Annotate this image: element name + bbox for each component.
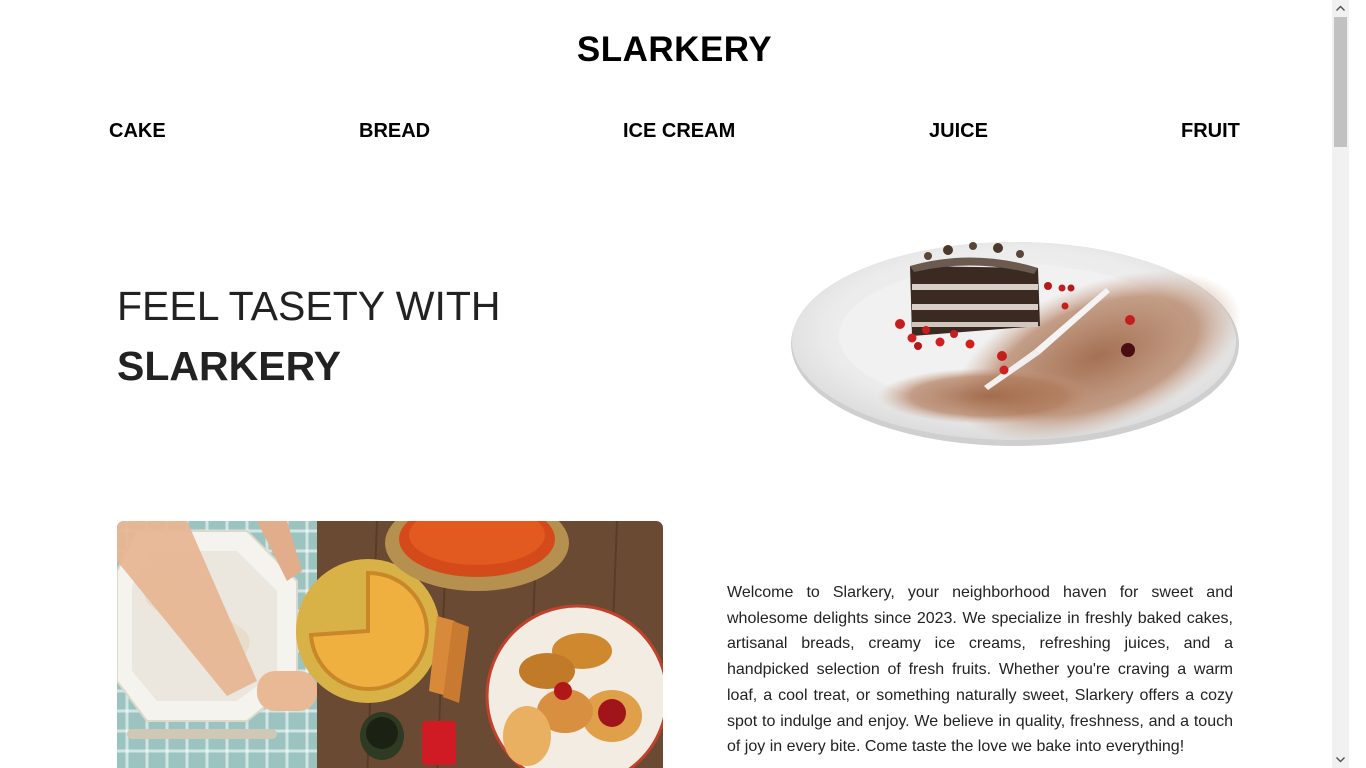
- hero-cake-image: [791, 242, 1242, 446]
- scrollbar-thumb[interactable]: [1334, 17, 1347, 147]
- pastry-table-image: [117, 521, 663, 768]
- scroll-down-arrow-icon[interactable]: [1332, 751, 1349, 768]
- hero-heading-line2: SLARKERY: [117, 343, 341, 389]
- hero-heading-line1: FEEL TASETY WITH: [117, 283, 501, 329]
- nav-item-juice[interactable]: JUICE: [929, 120, 988, 143]
- nav-item-ice-cream[interactable]: ICE CREAM: [623, 120, 735, 143]
- site-title: SLARKERY: [576, 30, 773, 69]
- nav-item-bread[interactable]: BREAD: [359, 120, 430, 143]
- nav-item-fruit[interactable]: FRUIT: [1181, 120, 1240, 143]
- nav-item-cake[interactable]: CAKE: [109, 120, 166, 143]
- hero-heading: FEEL TASETY WITH SLARKERY: [117, 281, 501, 401]
- scroll-up-arrow-icon[interactable]: [1332, 0, 1349, 17]
- page: SLARKERY CAKE BREAD ICE CREAM JUICE FRUI…: [0, 0, 1349, 768]
- vertical-scrollbar[interactable]: [1332, 0, 1349, 768]
- about-paragraph: Welcome to Slarkery, your neighborhood h…: [727, 584, 1233, 756]
- main-nav: CAKE BREAD ICE CREAM JUICE FRUIT: [0, 120, 1349, 148]
